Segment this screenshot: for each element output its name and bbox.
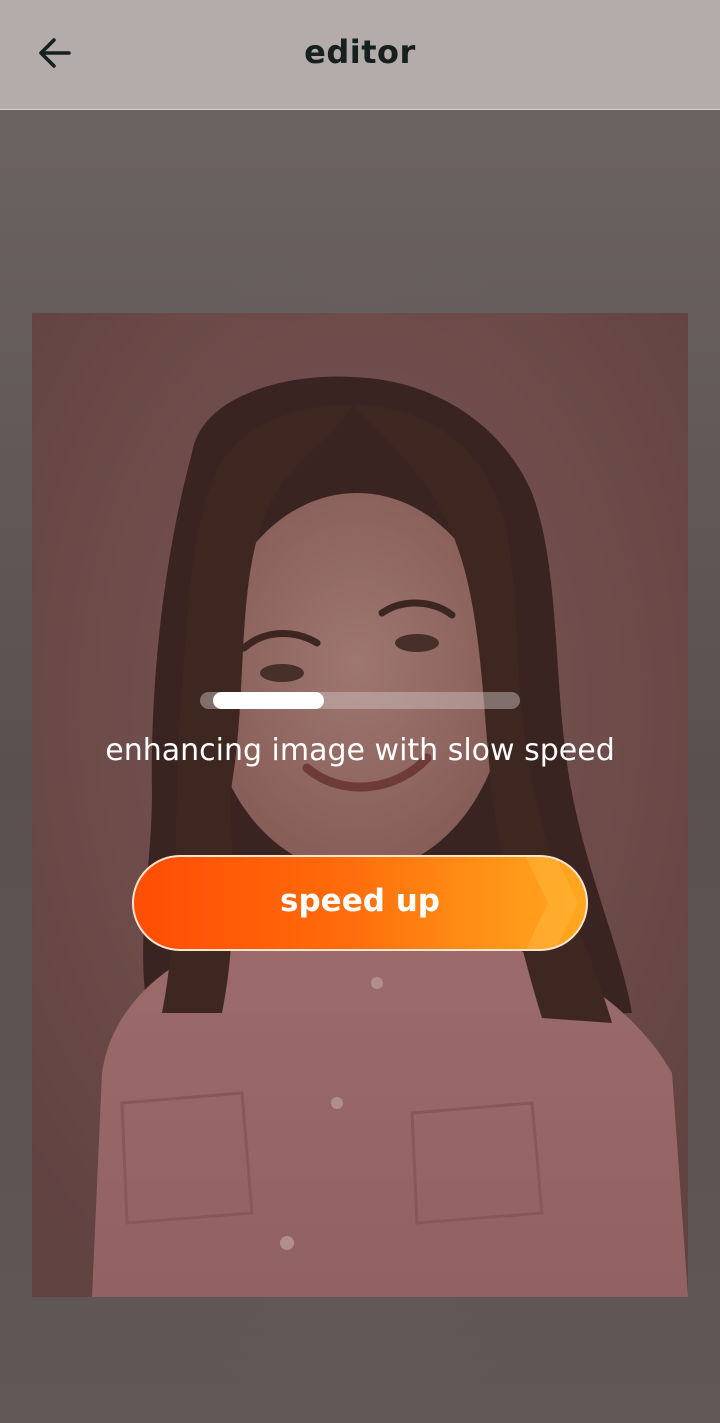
enhance-status-text: enhancing image with slow speed [105, 733, 615, 768]
editor-screen: editor enhancing image with slow speed s… [0, 0, 720, 1423]
speed-up-label: speed up [280, 883, 440, 919]
enhance-progress-fill [213, 692, 324, 709]
enhance-progress-bar [200, 692, 520, 709]
photo-preview [32, 313, 688, 1297]
top-app-bar: editor [0, 0, 720, 110]
page-title: editor [304, 33, 416, 71]
photo-dim-overlay [32, 313, 688, 1297]
speed-up-button[interactable]: speed up [132, 855, 588, 951]
